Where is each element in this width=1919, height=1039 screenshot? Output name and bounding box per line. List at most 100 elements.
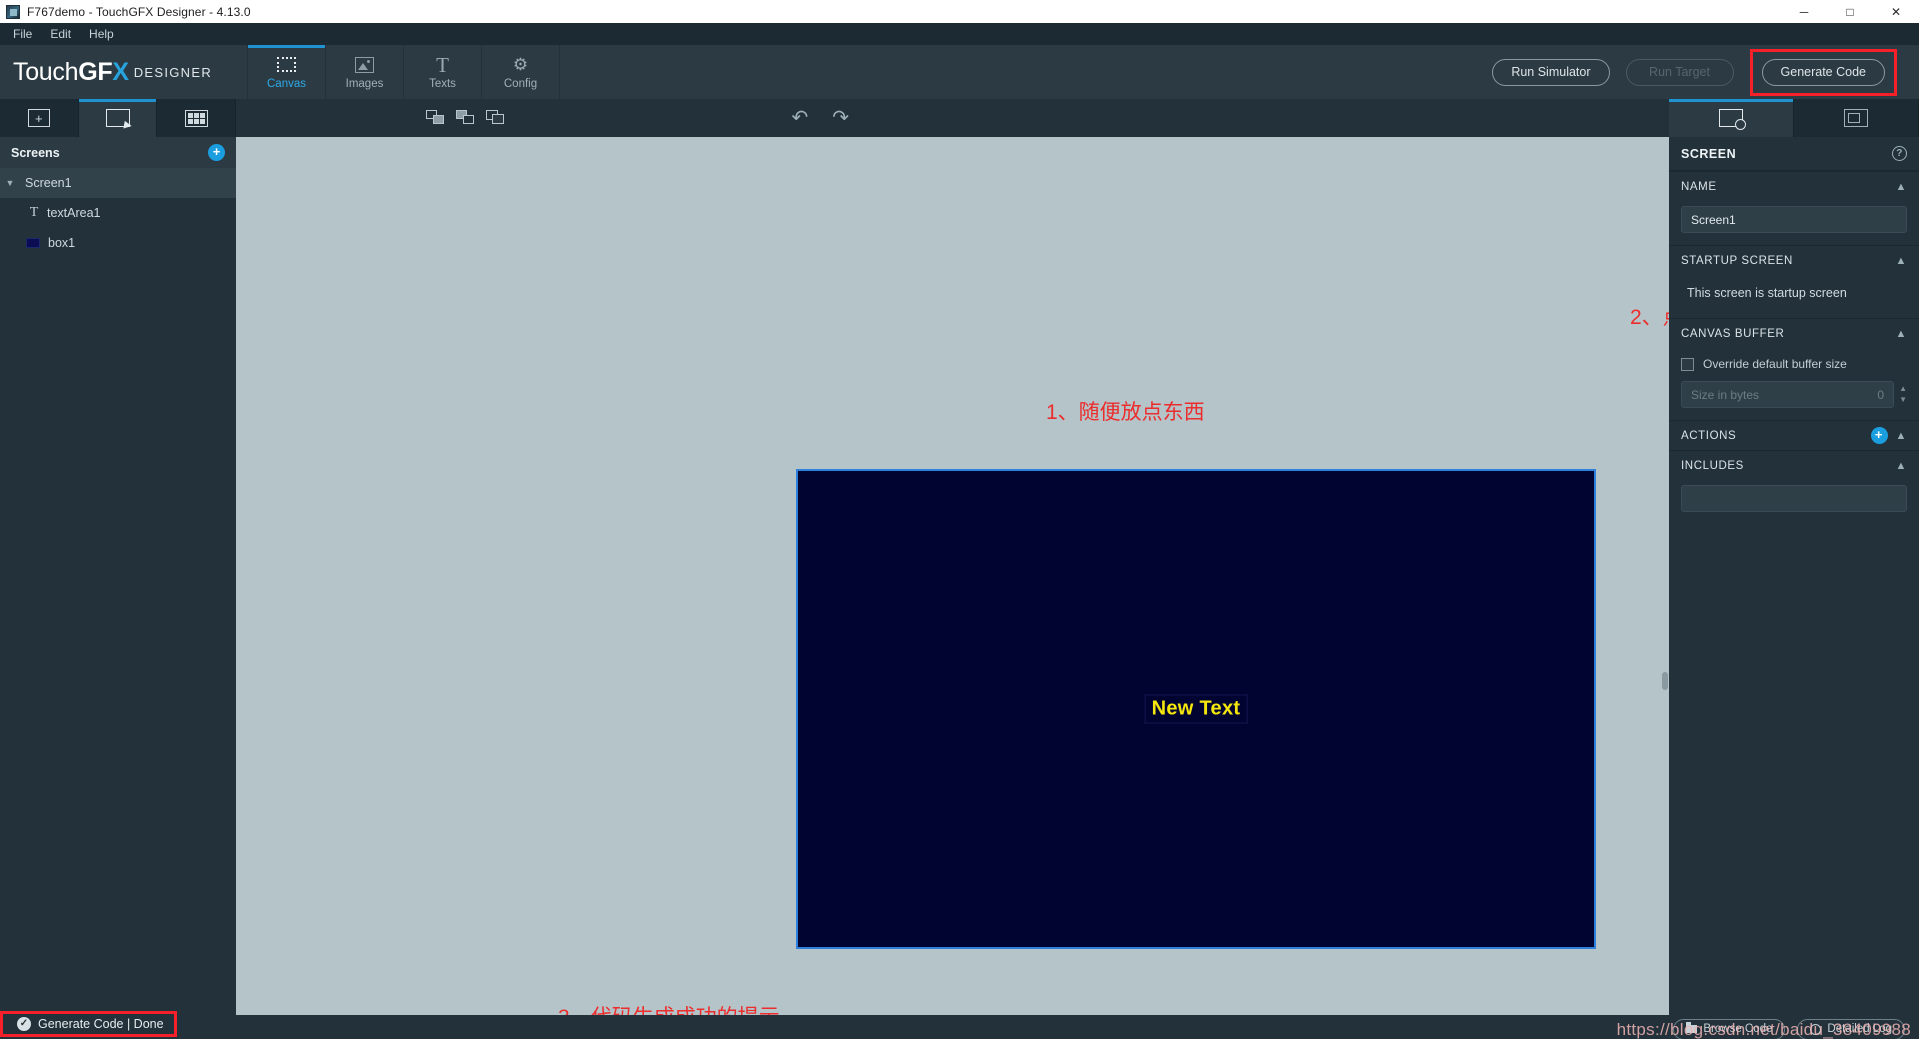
- window-controls: ─ □ ✕: [1781, 0, 1919, 23]
- window-titlebar: F767demo - TouchGFX Designer - 4.13.0 ─ …: [0, 0, 1919, 23]
- design-box-widget[interactable]: New Text: [796, 469, 1596, 949]
- left-tab-add-widget[interactable]: +: [0, 99, 79, 137]
- detailed-log-button[interactable]: Detailed Log: [1797, 1018, 1905, 1039]
- section-startup-label: STARTUP SCREEN: [1681, 254, 1793, 267]
- design-text-widget[interactable]: New Text: [1144, 694, 1248, 724]
- tab-texts[interactable]: T Texts: [403, 45, 482, 99]
- section-includes-header[interactable]: INCLUDES ▲: [1669, 450, 1919, 480]
- right-panel: SCREEN ? NAME ▲ Screen1 STARTUP SCREEN ▲…: [1669, 99, 1919, 1015]
- section-includes-body: [1669, 480, 1919, 524]
- add-screen-icon[interactable]: +: [208, 144, 225, 161]
- menubar: File Edit Help: [0, 23, 1919, 45]
- section-canvas-buffer-label: CANVAS BUFFER: [1681, 327, 1785, 340]
- menu-item-help[interactable]: Help: [80, 25, 123, 43]
- statusbar: ✓ Generate Code | Done Browse Code Detai…: [0, 1011, 1919, 1039]
- section-actions-header[interactable]: ACTIONS + ▲: [1669, 420, 1919, 450]
- folder-icon: [1686, 1022, 1698, 1033]
- toolbar-actions: Run Simulator Run Target Generate Code: [1492, 45, 1919, 99]
- ribbon-tab-group: Canvas Images T Texts ⚙ Config: [247, 45, 560, 99]
- tree-item-screen1[interactable]: ▼ Screen1: [0, 168, 236, 198]
- section-startup-body: This screen is startup screen: [1669, 275, 1919, 318]
- section-name-label: NAME: [1681, 180, 1717, 193]
- section-startup-header[interactable]: STARTUP SCREEN ▲: [1669, 245, 1919, 275]
- browse-code-label: Browse Code: [1703, 1023, 1773, 1035]
- buffer-size-value: 0: [1877, 387, 1885, 402]
- section-name-body: Screen1: [1669, 201, 1919, 245]
- canvas-viewport[interactable]: 2、点击生成代码 1、随便放点东西 3、代码生成成功的提示 New Text 1…: [236, 137, 1669, 1015]
- override-buffer-label: Override default buffer size: [1703, 357, 1847, 371]
- canvas-toolbar: ↶ ↷: [236, 99, 1669, 137]
- screens-tree: ▼ Screen1 T textArea1 box1: [0, 168, 236, 258]
- right-tab-screen-properties[interactable]: [1669, 99, 1794, 137]
- widget-properties-icon: [1844, 109, 1868, 127]
- includes-input[interactable]: [1681, 485, 1907, 512]
- add-action-icon[interactable]: +: [1870, 427, 1888, 444]
- window-title: F767demo - TouchGFX Designer - 4.13.0: [27, 4, 251, 19]
- tree-item-box1-label: box1: [48, 236, 76, 250]
- logo-subtitle: DESIGNER: [133, 64, 213, 80]
- generate-code-status[interactable]: ✓ Generate Code | Done: [7, 1014, 174, 1034]
- buffer-size-placeholder: Size in bytes: [1691, 387, 1760, 402]
- left-panel: + Screens + ▼ Screen1 T textArea1: [0, 99, 237, 1015]
- chevron-up-icon[interactable]: ▲: [1896, 181, 1908, 193]
- browse-code-button[interactable]: Browse Code: [1673, 1018, 1786, 1039]
- override-buffer-checkbox-row[interactable]: Override default buffer size: [1681, 353, 1907, 381]
- properties-title-bar: SCREEN ?: [1669, 137, 1919, 171]
- arrange-buttons: [426, 110, 506, 126]
- vertical-scrollbar[interactable]: [1662, 672, 1668, 690]
- maximize-button[interactable]: □: [1827, 0, 1873, 23]
- logo-text-part1: Touch: [13, 57, 79, 86]
- section-canvas-buffer-header[interactable]: CANVAS BUFFER ▲: [1669, 318, 1919, 348]
- text-widget-icon: T: [29, 205, 39, 220]
- chevron-up-icon[interactable]: ▲: [1896, 328, 1908, 340]
- menu-item-edit[interactable]: Edit: [41, 25, 80, 43]
- canvas-area: ↶ ↷ 2、点击生成代码 1、随便放点东西 3、代码生成成功的提示 New Te…: [236, 99, 1669, 1015]
- logo-text-part3: X: [112, 57, 129, 86]
- redo-arrow-icon[interactable]: ↷: [832, 108, 849, 128]
- right-panel-tabs: [1669, 99, 1919, 137]
- group-icon[interactable]: [486, 110, 506, 126]
- tree-item-box1[interactable]: box1: [0, 228, 236, 258]
- chevron-up-icon[interactable]: ▲: [1896, 430, 1908, 442]
- page-title: SCREEN: [1681, 146, 1737, 161]
- send-to-back-icon[interactable]: [456, 110, 476, 126]
- close-button[interactable]: ✕: [1873, 0, 1919, 23]
- minimize-button[interactable]: ─: [1781, 0, 1827, 23]
- text-t-icon: T: [436, 52, 449, 77]
- tab-images[interactable]: Images: [325, 45, 404, 99]
- status-text: Generate Code | Done: [38, 1017, 164, 1031]
- stepper-up-icon[interactable]: ▲: [1899, 385, 1907, 393]
- run-simulator-button[interactable]: Run Simulator: [1492, 58, 1610, 86]
- stepper-down-icon[interactable]: ▼: [1899, 396, 1907, 404]
- grid-layout-icon: [184, 109, 208, 127]
- generate-code-highlight: Generate Code: [1749, 48, 1897, 96]
- screen-properties-icon: [1719, 109, 1746, 130]
- screen-cursor-icon: [105, 109, 130, 127]
- chevron-up-icon[interactable]: ▲: [1896, 460, 1908, 472]
- buffer-size-row: Size in bytes 0 ▲ ▼: [1681, 381, 1907, 408]
- menu-item-file[interactable]: File: [4, 25, 41, 43]
- screens-header-label: Screens: [11, 145, 60, 160]
- left-tab-screens[interactable]: [78, 99, 158, 137]
- help-question-icon[interactable]: ?: [1892, 146, 1907, 161]
- image-icon: [355, 55, 374, 75]
- generate-code-button[interactable]: Generate Code: [1761, 58, 1885, 86]
- undo-arrow-icon[interactable]: ↶: [791, 108, 808, 128]
- left-tab-layout[interactable]: [157, 99, 237, 137]
- tree-item-textarea1[interactable]: T textArea1: [0, 198, 236, 228]
- annotation-1: 1、随便放点东西: [1046, 401, 1205, 424]
- right-tab-widget-properties[interactable]: [1794, 99, 1919, 137]
- caret-down-icon[interactable]: ▼: [0, 178, 20, 188]
- chevron-up-icon[interactable]: ▲: [1896, 255, 1908, 267]
- tab-config[interactable]: ⚙ Config: [481, 45, 560, 99]
- check-circle-icon: ✓: [17, 1017, 31, 1031]
- tab-canvas[interactable]: Canvas: [247, 45, 326, 99]
- box-widget-icon: [26, 238, 40, 248]
- buffer-size-input[interactable]: Size in bytes 0: [1681, 381, 1895, 408]
- screen-name-input[interactable]: Screen1: [1681, 206, 1907, 233]
- override-buffer-checkbox[interactable]: [1681, 357, 1694, 371]
- section-name-header[interactable]: NAME ▲: [1669, 171, 1919, 201]
- section-actions-label: ACTIONS: [1681, 429, 1737, 442]
- buffer-size-stepper[interactable]: ▲ ▼: [1899, 385, 1907, 404]
- bring-to-front-icon[interactable]: [426, 110, 446, 126]
